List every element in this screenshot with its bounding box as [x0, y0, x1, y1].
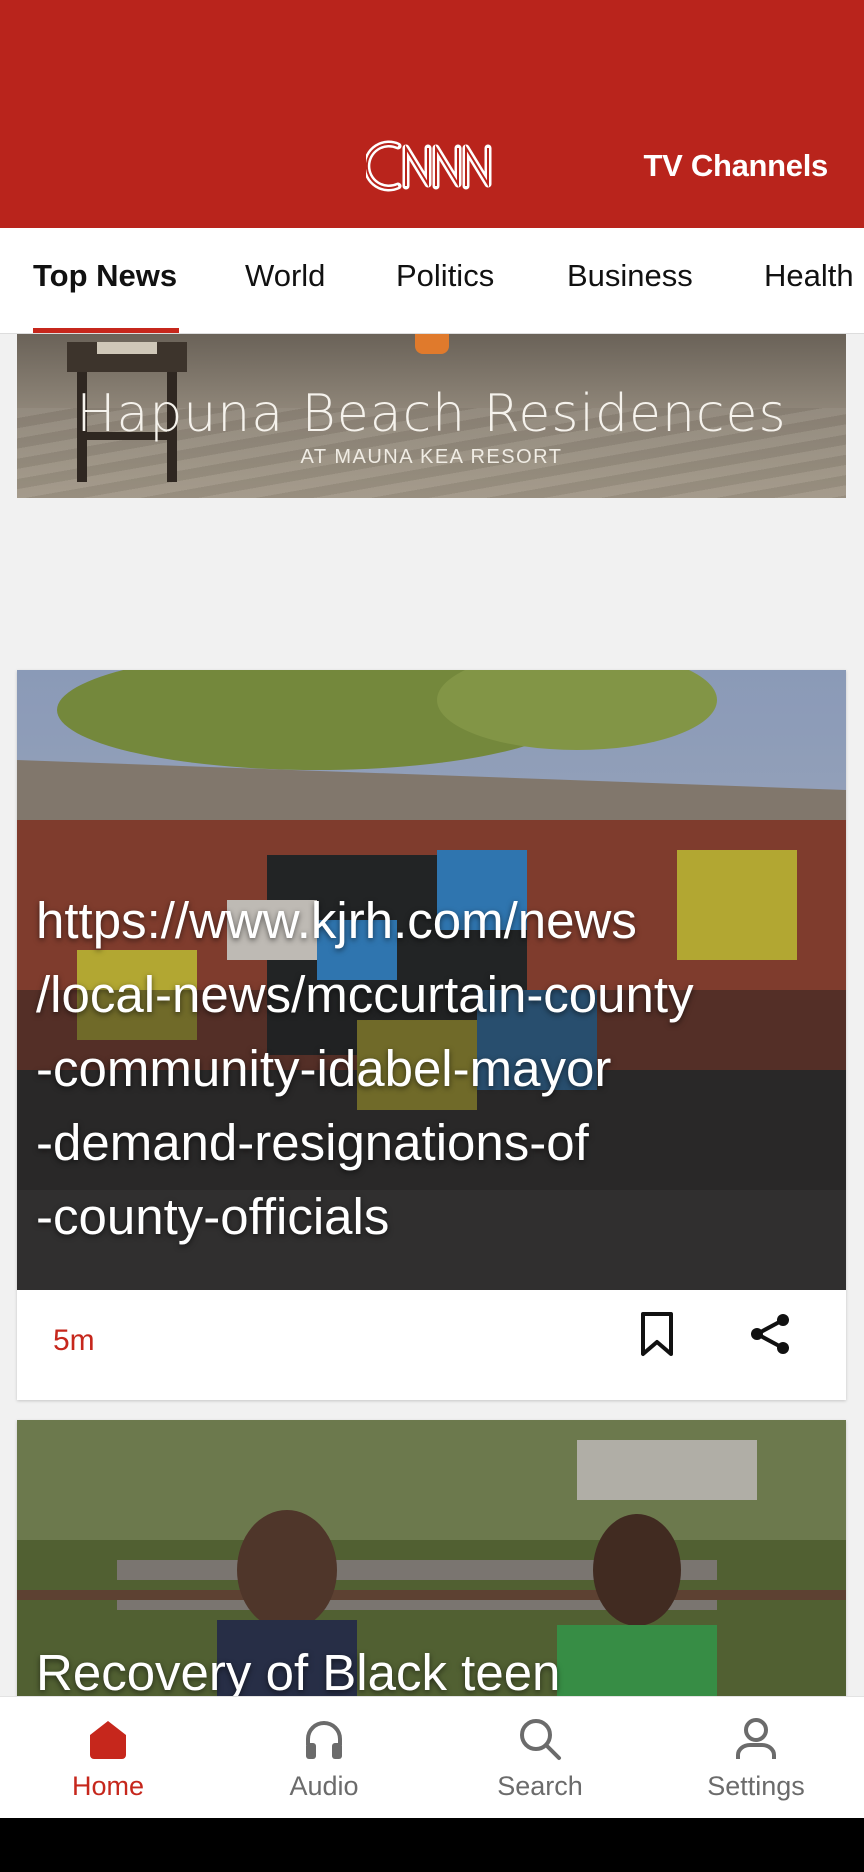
home-icon [90, 1721, 126, 1759]
tab-business[interactable]: Business [567, 258, 693, 294]
bookmark-icon[interactable] [637, 1310, 677, 1358]
ad-title: Hapuna Beach Residences [76, 384, 787, 444]
nav-settings[interactable]: Settings [648, 1697, 864, 1819]
nav-home-label: Home [71, 1771, 145, 1801]
story-headline[interactable]: https://www.kjrh.com/news /local-news/mc… [36, 884, 824, 1254]
cnn-logo[interactable] [366, 134, 496, 198]
share-icon[interactable] [747, 1310, 793, 1358]
ad-decor-object [415, 334, 449, 354]
story-headline-line: -demand-resignations-of [36, 1114, 589, 1171]
nav-search-label: Search [497, 1771, 583, 1801]
nav-search[interactable]: Search [432, 1697, 648, 1819]
ad-subtitle: AT MAUNA KEA RESORT [300, 446, 563, 468]
tv-channels-link[interactable]: TV Channels [644, 148, 829, 184]
nav-home[interactable]: Home [0, 1697, 216, 1819]
ad-banner[interactable]: Hapuna Beach Residences AT MAUNA KEA RES… [17, 334, 846, 498]
nav-audio-label: Audio [289, 1771, 359, 1801]
tab-politics[interactable]: Politics [396, 258, 494, 294]
story-headline-line: -county-officials [36, 1188, 390, 1245]
search-icon [520, 1719, 561, 1760]
section-tabs: Top News World Politics Business Health [0, 228, 864, 334]
tab-health[interactable]: Health [764, 258, 854, 294]
app-header: TV Channels [0, 0, 864, 228]
story-timestamp: 5m [53, 1324, 95, 1357]
tab-world[interactable]: World [245, 258, 325, 294]
story-headline-line: /local-news/mccurtain-county [36, 966, 694, 1023]
person-icon [736, 1718, 776, 1759]
headphones-icon [306, 1721, 342, 1759]
tab-top-news[interactable]: Top News [33, 258, 177, 294]
system-navigation-bar [0, 1818, 864, 1872]
nav-audio[interactable]: Audio [216, 1697, 432, 1819]
story-headline-line: https://www.kjrh.com/news [36, 892, 637, 949]
story-headline-line: -community-idabel-mayor [36, 1040, 612, 1097]
bottom-navigation: Home Audio Search Settings [0, 1696, 864, 1818]
nav-settings-label: Settings [707, 1771, 805, 1801]
